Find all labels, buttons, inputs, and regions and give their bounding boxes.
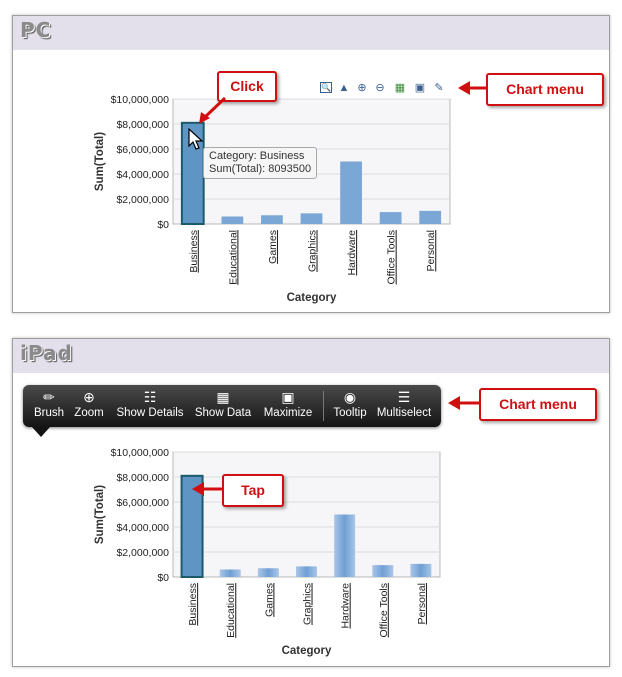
toolbar-pointer	[32, 427, 50, 437]
x-tick-label: Games	[263, 583, 275, 617]
toolbar-show-data-button[interactable]: ▦ Show Data	[191, 385, 255, 427]
y-tick-label: $0	[157, 572, 169, 584]
y-tick-label: $10,000,000	[111, 447, 170, 459]
toolbar-multiselect-label: Multiselect	[376, 407, 432, 419]
bar-hardware	[334, 514, 356, 577]
ipad-chart-menu-callout: Chart menu	[479, 388, 597, 421]
y-tick-label: $4,000,000	[116, 522, 169, 534]
x-tick-label: Office Tools	[378, 583, 390, 637]
y-tick-label: $2,000,000	[116, 547, 169, 559]
bar-games	[257, 568, 279, 577]
toolbar-brush-button[interactable]: ✏ Brush	[29, 385, 69, 427]
y-axis-label: Sum(Total)	[94, 485, 106, 544]
toolbar-maximize-button[interactable]: ▣ Maximize	[259, 385, 317, 427]
plot-area	[172, 451, 441, 578]
toolbar-zoom-button[interactable]: ⊕ Zoom	[69, 385, 109, 427]
toolbar-zoom-label: Zoom	[74, 407, 104, 419]
x-tick-label: Personal	[416, 583, 428, 624]
toolbar-show-data-label: Show Data	[194, 407, 252, 419]
tap-callout: Tap	[222, 474, 284, 507]
ipad-chart-toolbar: ✏ Brush ⊕ Zoom ☷ Show Details ▦ Show Dat…	[23, 385, 441, 427]
toolbar-brush-label: Brush	[33, 407, 65, 419]
toolbar-maximize-label: Maximize	[263, 407, 313, 419]
x-tick-label: Educational	[225, 583, 237, 638]
grid-icon: ▦	[216, 389, 230, 405]
bar-personal	[410, 563, 432, 577]
tap-callout-arrow	[192, 482, 224, 496]
bar-office-tools	[372, 565, 394, 577]
toolbar-separator	[323, 391, 324, 421]
speech-bubble-icon: ◉	[343, 389, 357, 405]
toolbar-show-details-button[interactable]: ☷ Show Details	[111, 385, 189, 427]
x-tick-label: Graphics	[302, 583, 314, 625]
ipad-chart-menu-arrow	[448, 396, 480, 410]
x-axis-label: Category	[282, 645, 332, 657]
x-tick-label: Hardware	[340, 583, 352, 629]
details-icon: ☷	[143, 389, 157, 405]
y-tick-label: $8,000,000	[116, 472, 169, 484]
toolbar-multiselect-button[interactable]: ☰ Multiselect	[373, 385, 435, 427]
y-tick-label: $6,000,000	[116, 497, 169, 509]
zoom-icon: ⊕	[83, 389, 95, 405]
bar-educational	[219, 569, 241, 577]
checklist-icon: ☰	[397, 389, 411, 405]
ipad-bar-chart: $0 $2,000,000 $4,000,000 $6,000,000 $8,000,0…	[94, 447, 441, 657]
x-tick-label: Business	[187, 583, 199, 626]
maximize-icon: ▣	[281, 389, 295, 405]
toolbar-tooltip-label: Tooltip	[333, 407, 367, 419]
brush-icon: ✏	[43, 389, 55, 405]
toolbar-show-details-label: Show Details	[116, 407, 184, 419]
toolbar-tooltip-button[interactable]: ◉ Tooltip	[327, 385, 373, 427]
bar-graphics	[296, 566, 317, 577]
